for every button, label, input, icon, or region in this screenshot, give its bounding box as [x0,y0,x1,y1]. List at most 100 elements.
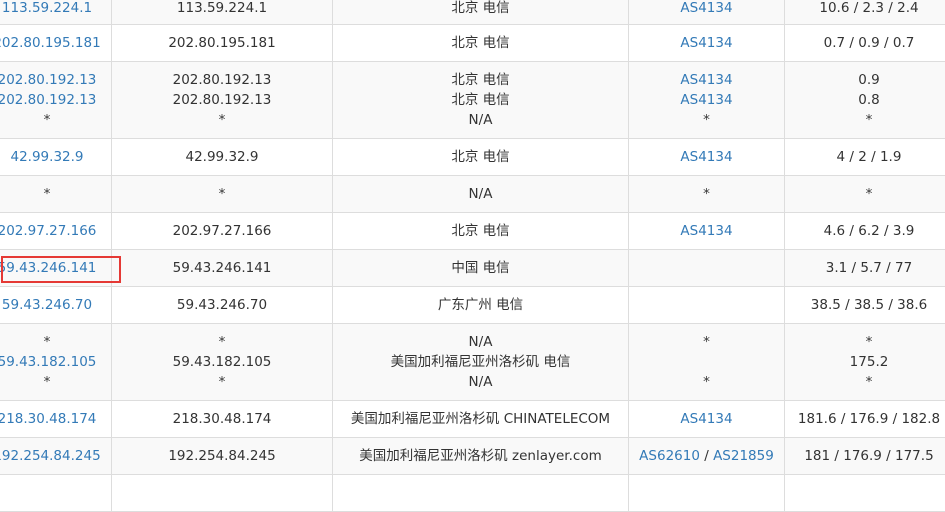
asn-link[interactable]: AS62610 [639,448,700,464]
cell-text: 0.8 [858,92,879,108]
hop-row: *59.43.182.105**59.43.182.105*N/A美国加利福尼亚… [0,324,945,401]
cell-line: AS4134 [629,147,784,167]
host-cell: 113.59.224.1 [112,0,333,25]
asn-cell [629,475,785,512]
ip-link[interactable]: 59.43.246.141 [0,260,96,276]
cell-line: AS4134 [629,70,784,90]
cell-text: 北京 电信 [451,223,509,239]
latency-cell: 38.5 / 38.5 / 38.6 [785,287,945,324]
cell-text: * [219,186,226,202]
ip-cell: * 59.43.182.105 * [0,324,112,401]
asn-link[interactable]: AS21859 [713,448,774,464]
hop-row: 202.80.192.13 202.80.192.13 * 202.80.192.13… [0,62,945,139]
host-cell: 59.43.246.141 [112,250,333,287]
cell-line: * [629,110,784,130]
asn-link[interactable]: AS4134 [680,72,732,88]
location-cell [333,475,629,512]
cell-line: 42.99.32.9 [112,147,332,167]
cell-text: 北京 电信 [451,0,509,16]
asn-link[interactable]: AS4134 [680,92,732,108]
traceroute-table-body: 113.59.224.1113.59.224.1北京 电信AS413410.6 … [0,0,945,512]
cell-line: 北京 电信 [333,221,628,241]
asn-link[interactable]: AS4134 [680,223,732,239]
ip-link[interactable]: 218.30.48.174 [0,411,96,427]
cell-line: * [0,184,111,204]
cell-text: 38.5 / 38.5 / 38.6 [811,297,927,313]
cell-text: 202.80.192.13 [173,92,272,108]
cell-line: 181 / 176.9 / 177.5 [785,446,945,466]
cell-line [629,352,784,372]
location-cell: 北京 电信 [333,139,629,176]
ip-cell: 113.59.224.1 [0,0,112,25]
ip-link[interactable]: 192.254.84.245 [0,448,101,464]
cell-line: N/A [333,332,628,352]
asn-cell: * * [629,324,785,401]
cell-line: 192.254.84.245 [0,446,111,466]
cell-text: N/A [469,334,493,350]
cell-line: AS4134 [629,409,784,429]
asn-link[interactable]: AS4134 [680,35,732,51]
ip-link[interactable]: 202.80.192.13 [0,72,96,88]
location-cell: 中国 电信 [333,250,629,287]
ip-link[interactable]: 59.43.246.70 [2,297,92,313]
cell-text: * [219,112,226,128]
latency-cell: 181.6 / 176.9 / 182.8 [785,401,945,438]
cell-line: 4.6 / 6.2 / 3.9 [785,221,945,241]
host-cell: 192.254.84.245 [112,438,333,475]
cell-line: N/A [333,110,628,130]
ip-link[interactable]: 202.80.195.181 [0,35,101,51]
cell-line: 北京 电信 [333,0,628,18]
latency-cell [785,475,945,512]
cell-text: 3.1 / 5.7 / 77 [826,260,912,276]
cell-text: 0.7 / 0.9 / 0.7 [824,35,915,51]
cell-text: 59.43.246.141 [173,260,272,276]
cell-text: 59.43.182.105 [173,354,272,370]
cell-line: AS62610 / AS21859 [629,446,784,466]
cell-line: 0.8 [785,90,945,110]
ip-link[interactable]: 42.99.32.9 [11,149,84,165]
ip-link[interactable]: 202.97.27.166 [0,223,96,239]
cell-line: AS4134 [629,221,784,241]
cell-text: * [44,186,51,202]
cell-line: 59.43.182.105 [0,352,111,372]
cell-line: 北京 电信 [333,33,628,53]
latency-cell: * [785,176,945,213]
asn-cell: AS4134 [629,0,785,25]
asn-link[interactable]: AS4134 [680,411,732,427]
ip-link[interactable]: 59.43.182.105 [0,354,96,370]
cell-line: 广东广州 电信 [333,295,628,315]
location-cell: 北京 电信 [333,0,629,25]
asn-link[interactable]: AS4134 [680,0,732,16]
cell-text: 181.6 / 176.9 / 182.8 [798,411,940,427]
ip-link[interactable]: 113.59.224.1 [2,0,92,16]
host-cell: *59.43.182.105* [112,324,333,401]
cell-line: 42.99.32.9 [0,147,111,167]
asn-cell [629,287,785,324]
ip-cell: 202.97.27.166 [0,213,112,250]
cell-line: 113.59.224.1 [0,0,111,18]
cell-line: 202.80.192.13 [0,70,111,90]
ip-cell: 59.43.246.70 [0,287,112,324]
cell-line: * [112,184,332,204]
cell-text: 美国加利福尼亚州洛杉矶 zenlayer.com [359,448,602,464]
cell-line: * [629,332,784,352]
cell-text: 59.43.246.70 [177,297,267,313]
cell-line: * [0,372,111,392]
cell-line: 3.1 / 5.7 / 77 [785,258,945,278]
location-cell: 北京 电信 [333,213,629,250]
asn-cell: AS4134 [629,401,785,438]
cell-line: 202.80.192.13 [112,70,332,90]
cell-text: N/A [469,374,493,390]
ip-link[interactable]: 202.80.192.13 [0,92,96,108]
cell-text: * [866,374,873,390]
cell-text: * [44,334,51,350]
cell-line: * [112,110,332,130]
cell-line: 218.30.48.174 [0,409,111,429]
cell-line: * [785,110,945,130]
cell-line: * [785,372,945,392]
asn-link[interactable]: AS4134 [680,149,732,165]
hop-row: 59.43.246.141 59.43.246.141 中国 电信 3.1 / 5.7… [0,250,945,287]
cell-text: * [703,112,710,128]
cell-text: 中国 电信 [451,260,509,276]
cell-line: 0.7 / 0.9 / 0.7 [785,33,945,53]
